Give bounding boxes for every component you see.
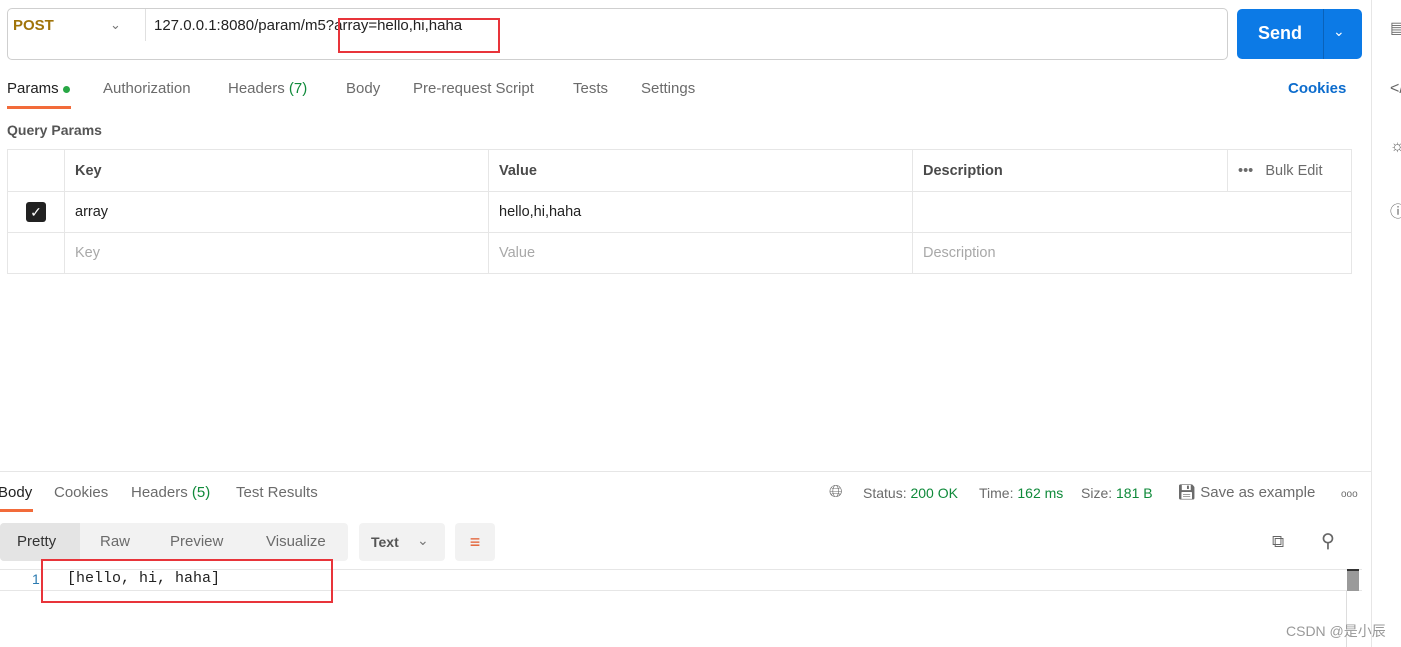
view-pretty[interactable]: Pretty	[17, 533, 56, 550]
response-tab-cookies[interactable]: Cookies	[54, 484, 108, 501]
cookies-link[interactable]: Cookies	[1288, 80, 1346, 97]
highlight-box	[41, 559, 333, 603]
divider	[145, 9, 146, 41]
active-dot	[62, 85, 70, 93]
param-value[interactable]: hello,hi,haha	[488, 191, 913, 233]
time-value: 162 ms	[1017, 485, 1064, 501]
tab-label: Params	[7, 80, 59, 97]
response-tab-body[interactable]: Body	[0, 484, 32, 501]
status-label: Status:	[863, 485, 907, 501]
key-input[interactable]: Key	[64, 232, 489, 274]
more-icon[interactable]: ooo	[1341, 489, 1358, 500]
send-button[interactable]: Send ⌄	[1237, 9, 1362, 59]
url-base: 127.0.0.1:8080/param/m5	[154, 17, 326, 34]
status-value: 200 OK	[910, 485, 958, 501]
bulk-edit-button[interactable]: ••• Bulk Edit	[1227, 149, 1352, 192]
chevron-down-icon[interactable]: ⌄	[1333, 23, 1345, 40]
query-params-table: Key Value Description ••• Bulk Edit ✓ ar…	[7, 149, 1352, 274]
tab-authorization[interactable]: Authorization	[103, 80, 191, 97]
value-input[interactable]: Value	[488, 232, 913, 274]
scrollbar[interactable]	[1347, 569, 1359, 591]
tab-count: (7)	[288, 80, 308, 97]
param-key[interactable]: array	[64, 191, 489, 233]
tab-label: Headers	[228, 80, 285, 97]
divider	[0, 471, 1371, 472]
size-label: Size:	[1081, 485, 1113, 501]
view-raw[interactable]: Raw	[100, 533, 130, 550]
request-bar	[7, 8, 1228, 60]
response-tab-headers[interactable]: Headers (5)	[131, 484, 210, 501]
documentation-icon[interactable]: ▤	[1390, 18, 1401, 38]
more-icon[interactable]: •••	[1238, 163, 1253, 179]
watermark: CSDN @是小辰	[1286, 623, 1386, 639]
save-label: Save as example	[1200, 484, 1316, 501]
save-as-example-button[interactable]: 💾︎ Save as example	[1177, 483, 1315, 501]
tab-body[interactable]: Body	[346, 80, 380, 97]
status[interactable]: Status: 200 OK	[863, 485, 958, 501]
format-select[interactable]: Text ⌄	[359, 523, 445, 561]
response-tab-test-results[interactable]: Test Results	[236, 484, 318, 501]
tab-settings[interactable]: Settings	[641, 80, 695, 97]
chevron-down-icon: ⌄	[417, 532, 429, 548]
column-key: Key	[64, 149, 489, 192]
bulk-edit-label: Bulk Edit	[1265, 162, 1323, 179]
save-icon: 💾︎	[1177, 484, 1197, 501]
wrap-lines-icon[interactable]: ≡	[455, 523, 495, 561]
tab-headers[interactable]: Headers (7)	[228, 80, 307, 97]
lightbulb-icon[interactable]: ☼	[1390, 138, 1401, 156]
code-icon[interactable]: </	[1390, 80, 1401, 98]
right-sidebar-divider	[1371, 0, 1372, 647]
size[interactable]: Size: 181 B	[1081, 485, 1153, 501]
tab-tests[interactable]: Tests	[573, 80, 608, 97]
column-description: Description	[912, 149, 1228, 192]
copy-icon[interactable]: ⧉	[1272, 532, 1284, 552]
method-select[interactable]: POST	[13, 17, 54, 34]
tab-count: (5)	[191, 484, 211, 501]
globe-icon[interactable]: 🌐︎	[829, 482, 843, 502]
view-preview[interactable]: Preview	[170, 533, 223, 550]
tab-label: Headers	[131, 484, 188, 501]
column-value: Value	[488, 149, 913, 192]
line-number: 1	[32, 571, 40, 587]
highlight-box	[338, 18, 500, 53]
chevron-down-icon[interactable]: ⌄	[110, 17, 121, 33]
tab-pre-request-script[interactable]: Pre-request Script	[413, 80, 534, 97]
table-row: ✓ array hello,hi,haha	[7, 191, 1352, 233]
param-description[interactable]	[912, 191, 1352, 233]
table-header: Key Value Description ••• Bulk Edit	[7, 149, 1352, 192]
search-icon[interactable]: ⚲	[1321, 530, 1335, 553]
query-params-title: Query Params	[7, 122, 102, 138]
time[interactable]: Time: 162 ms	[979, 485, 1063, 501]
send-label: Send	[1257, 23, 1302, 43]
tab-underline	[0, 509, 33, 512]
format-label: Text	[371, 534, 399, 550]
checkbox-checked-icon[interactable]: ✓	[26, 202, 46, 222]
time-label: Time:	[979, 485, 1014, 501]
view-visualize[interactable]: Visualize	[266, 533, 326, 550]
table-row: Key Value Description	[7, 232, 1352, 274]
size-value: 181 B	[1116, 485, 1153, 501]
tab-underline	[7, 106, 71, 109]
tab-params[interactable]: Params	[7, 80, 70, 97]
info-icon[interactable]: ⓘ	[1390, 198, 1401, 222]
description-input[interactable]: Description	[912, 232, 1352, 274]
